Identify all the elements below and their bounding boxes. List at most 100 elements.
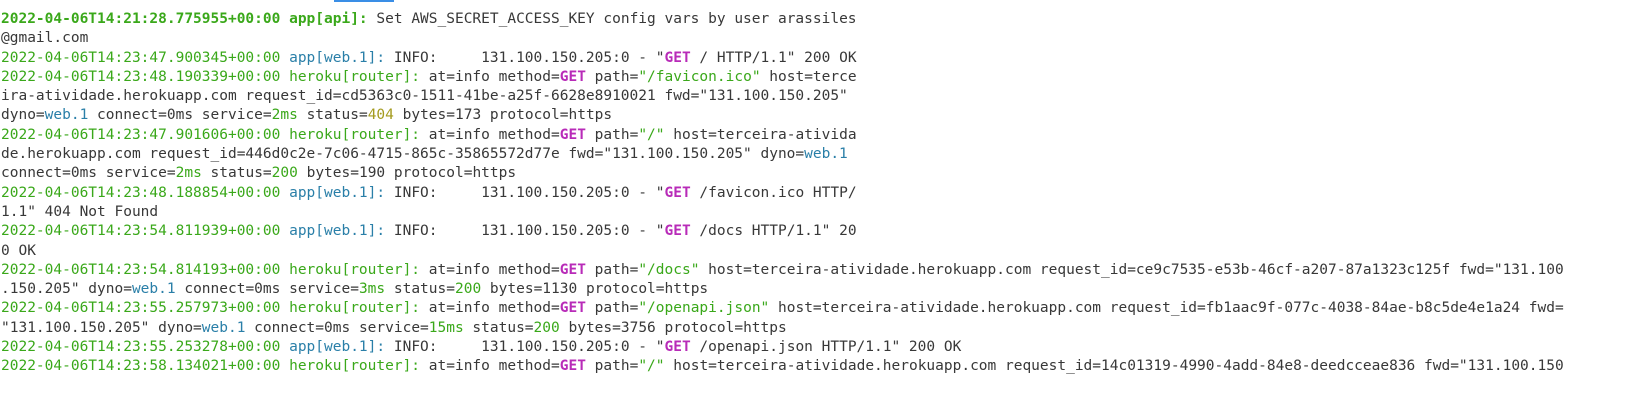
log-segment: GET xyxy=(559,126,586,143)
log-segment: "/openapi.json" xyxy=(638,300,770,317)
log-segment: path= xyxy=(585,300,639,317)
log-segment: "/docs" xyxy=(638,261,700,278)
log-segment xyxy=(280,262,289,278)
log-segment: @gmail.com xyxy=(1,30,89,47)
log-segment: path= xyxy=(585,68,639,85)
log-line: 2022-04-06T14:23:58.134021+00:00 heroku[… xyxy=(0,357,1629,376)
log-segment: status= xyxy=(297,107,368,124)
log-line: @gmail.com xyxy=(0,29,1629,48)
log-segment: / HTTP/1.1" 200 OK xyxy=(690,49,857,66)
log-segment: web.1 xyxy=(44,107,89,124)
log-segment xyxy=(280,358,289,374)
log-segment: app[web.1]: xyxy=(289,339,386,356)
log-segment: app[web.1]: xyxy=(289,49,386,66)
log-segment: app[web.1]: xyxy=(289,223,386,240)
log-segment: app[api]: xyxy=(289,11,368,27)
log-segment: 2022-04-06T14:23:48.188854+00:00 xyxy=(1,184,281,201)
log-segment: at=info method= xyxy=(420,126,560,143)
log-line: 2022-04-06T14:23:48.188854+00:00 app[web… xyxy=(0,184,1629,203)
log-segment: 2ms xyxy=(271,107,298,124)
log-segment: 2022-04-06T14:23:47.900345+00:00 xyxy=(1,49,281,66)
log-segment xyxy=(280,127,289,143)
log-segment: heroku[router]: xyxy=(289,68,421,85)
log-segment: GET xyxy=(664,49,691,66)
log-segment: status= xyxy=(385,281,455,298)
log-segment: INFO: 131.100.150.205:0 - " xyxy=(385,184,665,201)
log-segment: web.1 xyxy=(201,319,246,336)
log-segment xyxy=(280,339,289,355)
log-segment: de.herokuapp.com request_id=446d0c2e-7c0… xyxy=(1,146,805,163)
log-segment: "/favicon.ico" xyxy=(638,68,761,85)
log-segment: host=terceira-atividade.herokuapp.com re… xyxy=(769,300,1564,317)
log-segment: /docs HTTP/1.1" 20 xyxy=(690,223,857,240)
log-segment: web.1 xyxy=(131,281,176,298)
log-segment: 200 xyxy=(454,281,482,298)
log-line: dyno=web.1 connect=0ms service=2ms statu… xyxy=(0,106,1629,125)
log-segment: 1.1" 404 Not Found xyxy=(1,203,159,220)
log-segment: dyno= xyxy=(1,107,45,124)
log-line: 2022-04-06T14:23:48.190339+00:00 heroku[… xyxy=(0,68,1629,87)
log-segment: 0 OK xyxy=(1,242,36,259)
log-line: ira-atividade.herokuapp.com request_id=c… xyxy=(0,87,1629,106)
log-segment: heroku[router]: xyxy=(289,126,421,143)
log-segment: INFO: 131.100.150.205:0 - " xyxy=(385,49,665,66)
log-segment: status= xyxy=(463,319,534,336)
log-segment: GET xyxy=(559,68,586,85)
log-line: 0 OK xyxy=(0,242,1629,261)
log-segment: 2022-04-06T14:23:48.190339+00:00 xyxy=(1,68,281,85)
log-segment: heroku[router]: xyxy=(289,261,421,278)
log-segment xyxy=(280,50,289,66)
log-segment: 2022-04-06T14:23:47.901606+00:00 xyxy=(1,126,281,143)
log-segment: bytes=190 protocol=https xyxy=(297,165,517,182)
log-segment xyxy=(280,11,289,27)
log-segment: /favicon.ico HTTP/ xyxy=(690,184,857,201)
log-segment: 2022-04-06T14:23:54.811939+00:00 xyxy=(1,223,281,240)
log-line: 2022-04-06T14:23:55.253278+00:00 app[web… xyxy=(0,338,1629,357)
log-segment: 15ms xyxy=(428,319,464,336)
log-line: "131.100.150.205" dyno=web.1 connect=0ms… xyxy=(0,319,1629,338)
log-segment: ira-atividade.herokuapp.com request_id=c… xyxy=(1,88,848,105)
log-segment: GET xyxy=(664,223,691,240)
log-segment: Set AWS_SECRET_ACCESS_KEY config vars by… xyxy=(367,11,857,27)
log-segment: INFO: 131.100.150.205:0 - " xyxy=(385,223,665,240)
log-segment: 200 xyxy=(271,165,298,182)
log-segment: connect=0ms service= xyxy=(1,165,176,182)
log-segment: 200 xyxy=(533,319,560,336)
terminal-log-output[interactable]: 2022-04-06T14:21:28.775955+00:00 app[api… xyxy=(0,10,1629,377)
log-segment: status= xyxy=(201,165,272,182)
log-segment: path= xyxy=(585,261,639,278)
log-segment: at=info method= xyxy=(420,261,560,278)
log-segment: GET xyxy=(664,339,691,356)
log-segment: 2022-04-06T14:23:55.253278+00:00 xyxy=(1,339,281,356)
log-segment: bytes=1130 protocol=https xyxy=(481,281,709,298)
log-segment xyxy=(280,300,289,316)
log-segment: 3ms xyxy=(358,281,386,298)
log-segment: 2022-04-06T14:21:28.775955+00:00 xyxy=(1,11,281,27)
log-line: 2022-04-06T14:23:54.814193+00:00 heroku[… xyxy=(0,261,1629,280)
log-segment: 404 xyxy=(367,107,394,124)
selection-accent-bar xyxy=(334,0,394,2)
log-line: 2022-04-06T14:23:47.901606+00:00 heroku[… xyxy=(0,126,1629,145)
log-segment: "/" xyxy=(638,358,665,375)
log-segment: app[web.1]: xyxy=(289,184,386,201)
log-segment: web.1 xyxy=(804,146,848,163)
log-line: de.herokuapp.com request_id=446d0c2e-7c0… xyxy=(0,145,1629,164)
log-line: 1.1" 404 Not Found xyxy=(0,203,1629,222)
log-segment: at=info method= xyxy=(420,358,560,375)
log-segment: bytes=173 protocol=https xyxy=(393,107,613,124)
log-segment: host=terceira-ativida xyxy=(664,126,857,143)
log-line: 2022-04-06T14:23:55.257973+00:00 heroku[… xyxy=(0,299,1629,318)
log-segment: "131.100.150.205" dyno= xyxy=(1,319,202,336)
log-segment: at=info method= xyxy=(420,68,560,85)
log-segment: INFO: 131.100.150.205:0 - " xyxy=(385,339,665,356)
log-segment: bytes=3756 protocol=https xyxy=(559,319,787,336)
log-segment xyxy=(280,185,289,201)
log-line: 2022-04-06T14:23:47.900345+00:00 app[web… xyxy=(0,49,1629,68)
log-line: connect=0ms service=2ms status=200 bytes… xyxy=(0,164,1629,183)
log-segment: GET xyxy=(559,300,586,317)
log-segment: host=terce xyxy=(760,68,857,85)
log-segment: 2ms xyxy=(175,165,202,182)
log-segment: "/" xyxy=(638,126,665,143)
log-segment: GET xyxy=(559,358,586,375)
log-segment: host=terceira-atividade.herokuapp.com re… xyxy=(664,358,1564,375)
